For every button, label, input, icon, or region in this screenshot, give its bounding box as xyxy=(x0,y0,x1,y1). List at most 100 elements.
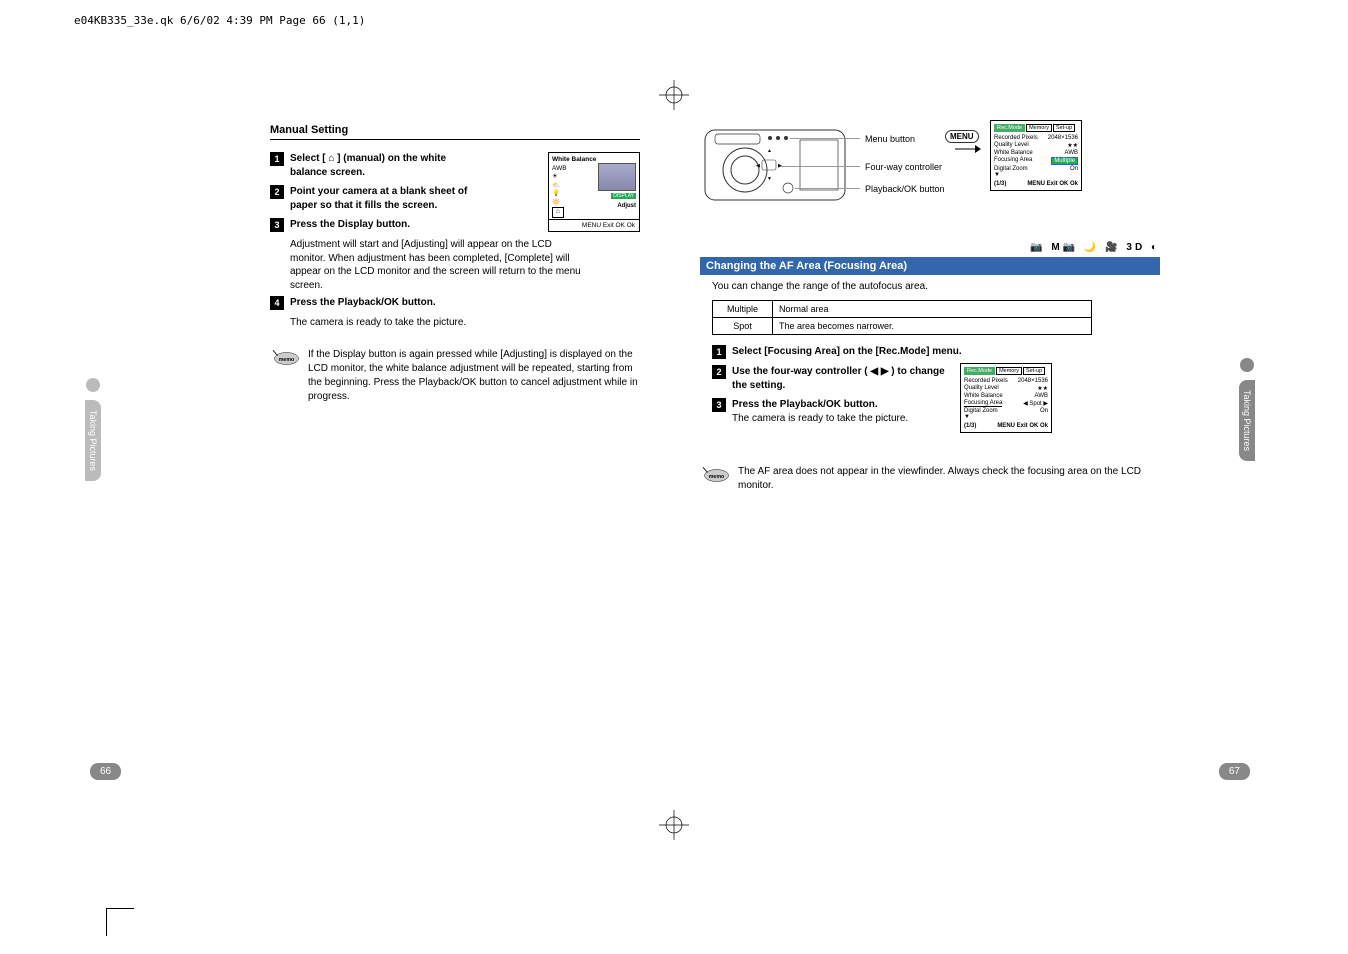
mode-icons-row: 📷 M📷 🌙 🎥 3D ◐ xyxy=(700,242,1160,253)
lcd-val: ◀ Spot ▶ xyxy=(1023,400,1048,407)
lcd-page: (1/3) xyxy=(994,181,1006,187)
intro-text: You can change the range of the autofocu… xyxy=(712,281,1160,292)
svg-text:▼: ▼ xyxy=(767,176,772,182)
tab: Rec.Mode xyxy=(964,367,995,375)
svg-text:memo: memo xyxy=(709,474,724,480)
lcd-key: Focusing Area xyxy=(964,400,1002,407)
cell: Normal area xyxy=(773,301,1092,318)
registration-mark-top xyxy=(659,80,689,110)
lcd-key: White Balance xyxy=(964,393,1003,399)
page-number: 66 xyxy=(90,763,121,780)
side-dot-icon xyxy=(1240,358,1254,372)
page-spread: Taking Pictures Manual Setting White Bal… xyxy=(180,120,1160,750)
lcd-key: Quality Level xyxy=(964,385,999,392)
step-1: 1 Select [Focusing Area] on the [Rec.Mod… xyxy=(712,345,1160,359)
label-fourway: Four-way controller xyxy=(865,162,942,172)
tab: Set-up xyxy=(1023,367,1045,375)
svg-text:▲: ▲ xyxy=(767,148,772,154)
page-right: Taking Pictures ▲ ▼ ◀ ▶ Menu button Four xyxy=(700,120,1160,750)
crop-mark-icon xyxy=(94,896,134,936)
step-3-sub: Adjustment will start and [Adjusting] wi… xyxy=(290,238,590,292)
wb-title: White Balance xyxy=(552,156,636,163)
arrow-icon xyxy=(955,144,981,154)
af-area-table: MultipleNormal area SpotThe area becomes… xyxy=(712,300,1092,335)
lcd-hint: MENU Exit OK Ok xyxy=(1027,181,1078,187)
lcd-key: Focusing Area xyxy=(994,157,1032,165)
step-number-icon: 1 xyxy=(270,152,284,166)
wb-display-label: DISPLAY xyxy=(611,193,636,199)
label-menu-button: Menu button xyxy=(865,134,915,144)
tab: Set-up xyxy=(1053,124,1075,132)
camera-illustration: ▲ ▼ ◀ ▶ xyxy=(700,120,850,210)
memo-block: memo If the Display button is again pres… xyxy=(270,348,640,404)
lcd-val: On xyxy=(1070,166,1078,172)
side-tab-right: Taking Pictures xyxy=(1239,380,1255,461)
step-number-icon: 2 xyxy=(712,365,726,379)
memo-icon: memo xyxy=(700,465,730,483)
lcd-val: 2048×1536 xyxy=(1048,135,1078,141)
lcd-page: (1/3) xyxy=(964,423,976,429)
wb-lcd-box: White Balance AWB ☀ ⛅ 💡 🔆 ⌂ DISPLAY Adju… xyxy=(548,152,640,220)
lcd-key: Digital Zoom xyxy=(964,408,998,414)
step-number-icon: 1 xyxy=(712,345,726,359)
wb-adjust-label: Adjust xyxy=(617,203,636,209)
lcd-key: Recorded Pixels xyxy=(964,378,1008,384)
camera-diagram: ▲ ▼ ◀ ▶ Menu button Four-way controller … xyxy=(700,120,1140,240)
svg-text:memo: memo xyxy=(279,356,294,362)
side-tab-label: Taking Pictures xyxy=(88,410,98,471)
tab: Memory xyxy=(1026,124,1052,132)
step-3: 3 Press the Display button. xyxy=(270,218,485,232)
section-title: Manual Setting xyxy=(270,124,640,140)
step-text: Press the Display button. xyxy=(290,219,410,230)
step-text: Use the four-way controller ( ◀ ▶ ) to c… xyxy=(732,366,945,391)
memo-text: If the Display button is again pressed w… xyxy=(308,348,640,404)
registration-mark-bottom xyxy=(659,810,689,840)
lcd-key: Digital Zoom xyxy=(994,166,1028,172)
step-4: 4 Press the Playback/OK button. xyxy=(270,296,640,310)
lcd-val: ★★ xyxy=(1067,142,1078,149)
menu-pill: MENU xyxy=(945,130,979,143)
step-number-icon: 4 xyxy=(270,296,284,310)
cell: Spot xyxy=(713,318,773,335)
tab: Rec.Mode xyxy=(994,124,1025,132)
recmode-lcd-bottom: Rec.ModeMemorySet-up Recorded Pixels2048… xyxy=(960,363,1052,433)
page-left: Taking Pictures Manual Setting White Bal… xyxy=(180,120,640,750)
lcd-key: Recorded Pixels xyxy=(994,135,1038,141)
recmode-lcd-top: Rec.ModeMemorySet-up Recorded Pixels 2048… xyxy=(990,120,1082,191)
page-number: 67 xyxy=(1219,763,1250,780)
side-tab-left: Taking Pictures xyxy=(85,400,101,481)
side-dot-icon xyxy=(86,378,100,392)
cell: Multiple xyxy=(713,301,773,318)
tab: Memory xyxy=(996,367,1022,375)
step-number-icon: 3 xyxy=(270,218,284,232)
cell: The area becomes narrower. xyxy=(773,318,1092,335)
step-2: 2 Use the four-way controller ( ◀ ▶ ) to… xyxy=(712,365,947,392)
table-row: SpotThe area becomes narrower. xyxy=(713,318,1092,335)
step-text: Select [ ⌂ ] (manual) on the white balan… xyxy=(290,153,446,178)
step-text: Point your camera at a blank sheet of pa… xyxy=(290,186,467,211)
step-sub: The camera is ready to take the picture. xyxy=(732,413,908,424)
step-text: Press the Playback/OK button. xyxy=(732,399,878,410)
table-row: MultipleNormal area xyxy=(713,301,1092,318)
wb-item-selected: ⌂ xyxy=(552,207,564,217)
print-header: e04KB335_33e.qk 6/6/02 4:39 PM Page 66 (… xyxy=(74,14,365,27)
memo-text: The AF area does not appear in the viewf… xyxy=(738,465,1160,493)
step-2: 2 Point your camera at a blank sheet of … xyxy=(270,185,485,212)
wb-foot: MENU Exit OK Ok xyxy=(548,220,640,232)
lcd-val: AWB xyxy=(1035,393,1048,399)
lcd-val-selected: Multiple xyxy=(1051,157,1078,165)
memo-icon: memo xyxy=(270,348,300,366)
lcd-val: ★★ xyxy=(1037,385,1048,392)
step-3: 3 Press the Playback/OK button. The came… xyxy=(712,398,947,425)
label-playback: Playback/OK button xyxy=(865,184,945,194)
lcd-hint: MENU Exit OK Ok xyxy=(997,423,1048,429)
lcd-val: AWB xyxy=(1065,150,1078,156)
wb-preview-image xyxy=(598,163,636,191)
section-banner: Changing the AF Area (Focusing Area) xyxy=(700,257,1160,275)
lcd-key: White Balance xyxy=(994,150,1033,156)
svg-text:◀: ◀ xyxy=(756,163,760,169)
step-text: Press the Playback/OK button. xyxy=(290,297,436,308)
lcd-key: Quality Level xyxy=(994,142,1029,149)
step-1: 1 Select [ ⌂ ] (manual) on the white bal… xyxy=(270,152,485,179)
step-text: Select [Focusing Area] on the [Rec.Mode]… xyxy=(732,346,962,357)
